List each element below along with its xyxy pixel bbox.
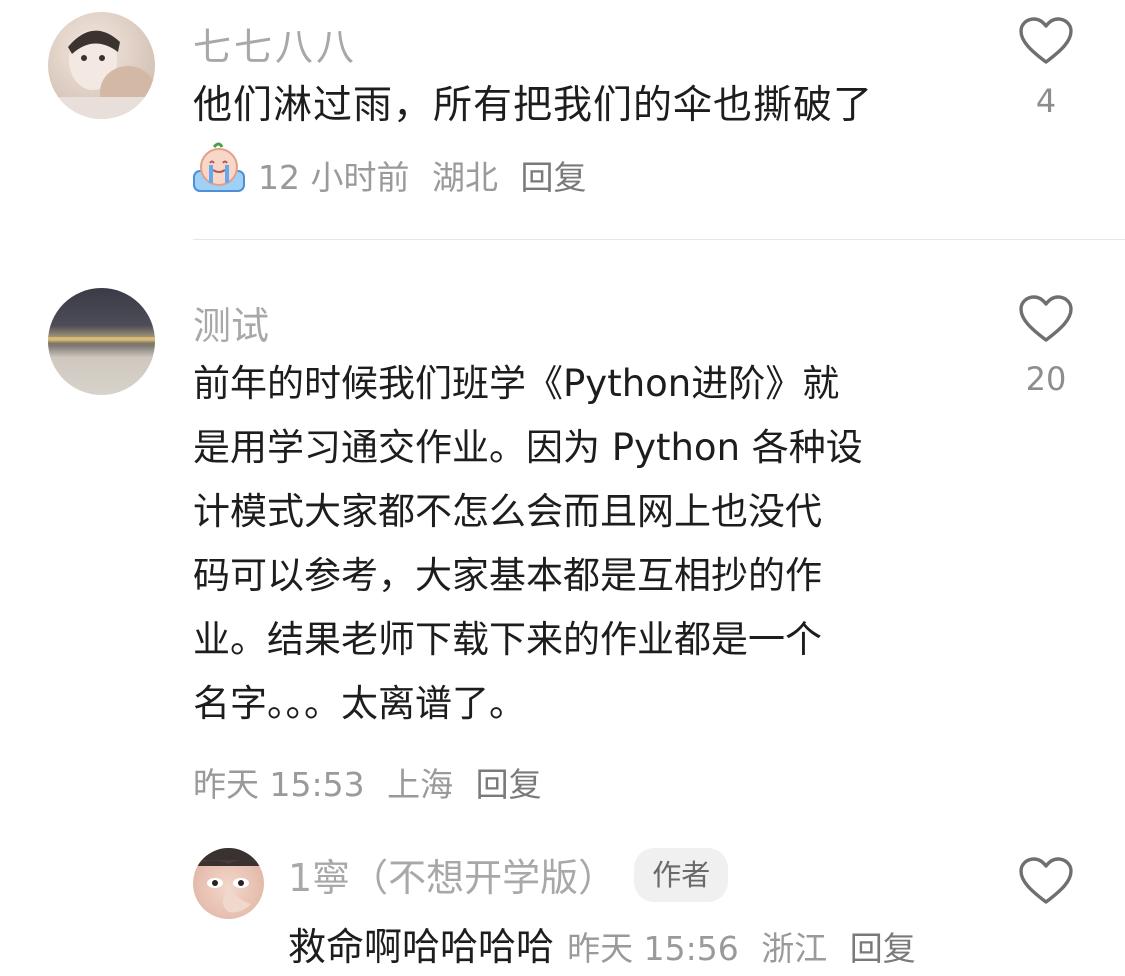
author-badge: 作者 [634, 847, 729, 902]
reply-body: 救命啊哈哈哈哈 昨天 15:56 浙江 回复 [288, 916, 916, 971]
comment-item: 测试 前年的时候我们班学《Python进阶》就 是用学习通交作业。因为 Pyth… [0, 240, 1125, 976]
heart-outline-icon [1019, 295, 1073, 342]
comment-text-line: 是用学习通交作业。因为 Python 各种设 [193, 426, 863, 469]
reply-button[interactable]: 回复 [850, 929, 916, 968]
comment-username[interactable]: 测试 [193, 295, 269, 350]
comment-text-line: 码可以参考，大家基本都是互相抄的作 [193, 554, 822, 597]
reply-time: 昨天 15:56 [567, 929, 739, 968]
reply-location: 浙江 [761, 929, 828, 968]
comment-text: 前年的时候我们班学《Python进阶》就 是用学习通交作业。因为 Python … [193, 352, 863, 736]
reply-item: 1寧（不想开学版） 作者 救命啊哈哈哈哈 昨天 15:56 浙江 回复 [0, 842, 1125, 976]
comment-time: 昨天 15:53 [193, 765, 365, 804]
heart-outline-icon [1019, 857, 1073, 904]
like-count: 20 [1025, 360, 1067, 398]
comment-text: 他们淋过雨，所有把我们的伞也撕破了 [193, 83, 874, 128]
avatar[interactable] [48, 12, 155, 119]
reply-text: 救命啊哈哈哈哈 [288, 925, 555, 969]
like-button[interactable] [1016, 856, 1076, 906]
reply-username[interactable]: 1寧（不想开学版） 作者 [288, 847, 729, 902]
comment-text-line: 计模式大家都不怎么会而且网上也没代 [193, 490, 822, 533]
reply-meta: 昨天 15:56 浙江 回复 [567, 929, 916, 968]
avatar-photo [48, 337, 155, 345]
avatar[interactable] [48, 288, 155, 395]
comment-location: 上海 [387, 765, 454, 804]
reply-button[interactable]: 回复 [476, 765, 542, 804]
comment-username[interactable]: 七七八八 [193, 16, 357, 71]
comment-meta: 12 小时前 湖北 回复 [258, 151, 598, 199]
reply-button[interactable]: 回复 [520, 158, 586, 197]
crying-peach-emoji-icon [192, 141, 246, 195]
comment-item: 七七八八 他们淋过雨，所有把我们的伞也撕破了 12 小时前 湖北 回复 4 [0, 0, 1125, 240]
like-button[interactable]: 20 [1016, 294, 1076, 398]
avatar-photo [193, 848, 264, 913]
comment-text-line: 业。结果老师下载下来的作业都是一个 [193, 618, 822, 661]
like-count: 4 [1035, 82, 1057, 120]
comment-meta: 昨天 15:53 上海 回复 [193, 758, 554, 806]
avatar[interactable] [193, 848, 264, 919]
comment-text-line: 名字。。。太离谱了。 [193, 682, 526, 725]
heart-outline-icon [1019, 17, 1073, 64]
comment-text-line: 前年的时候我们班学《Python进阶》就 [193, 362, 840, 405]
like-button[interactable]: 4 [1016, 16, 1076, 120]
comment-time: 12 小时前 [258, 158, 410, 197]
comment-location: 湖北 [431, 158, 498, 197]
reply-username-text[interactable]: 1寧（不想开学版） [288, 847, 616, 902]
avatar-photo [48, 30, 155, 119]
